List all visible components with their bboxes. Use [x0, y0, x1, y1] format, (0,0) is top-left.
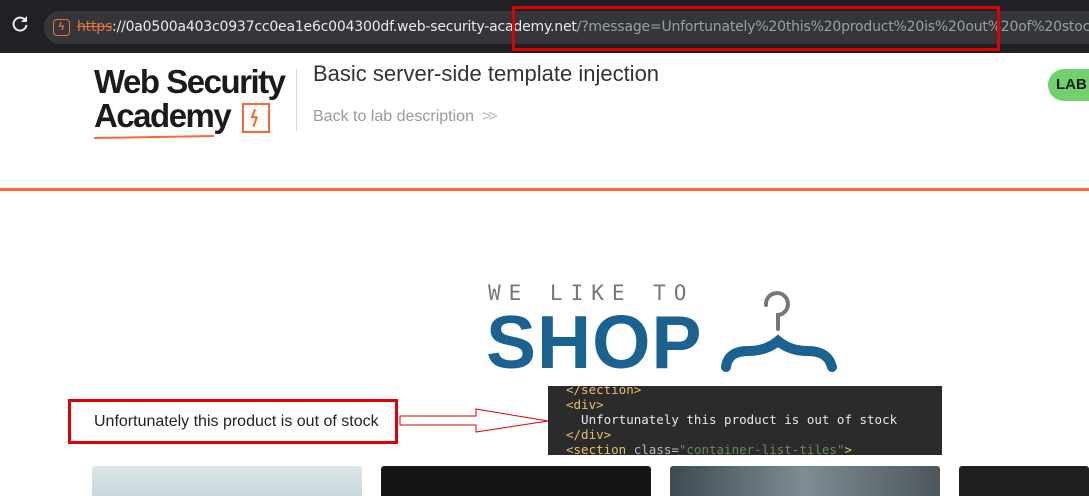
hanger-icon: [721, 291, 837, 372]
reload-icon[interactable]: [10, 14, 30, 34]
logo-line1: Web Security: [94, 63, 286, 100]
back-link-label: Back to lab description: [313, 108, 474, 125]
header-divider: [296, 69, 297, 131]
lab-title: Basic server-side template injection: [313, 61, 660, 86]
url-host: ://0a0500a403c0937cc0ea1e6c004300df.web-…: [112, 19, 577, 35]
out-of-stock-message: Unfortunately this product is out of sto…: [94, 413, 379, 430]
arrow-right-icon: [399, 408, 549, 433]
product-tile-image[interactable]: [381, 466, 651, 496]
lightning-icon: [242, 103, 270, 133]
code-line: </section>: [566, 386, 642, 397]
academy-header: Web Security Academy Basic server-side t…: [0, 53, 1089, 191]
logo-line2: Academy: [94, 97, 232, 134]
product-tile-image[interactable]: [959, 466, 1089, 496]
message-highlight-box: Unfortunately this product is out of sto…: [68, 399, 398, 444]
product-tile-image[interactable]: [92, 466, 362, 496]
source-code-panel: </section> <div> Unfortunately this prod…: [548, 386, 942, 455]
web-security-academy-logo[interactable]: Web Security Academy: [93, 63, 294, 141]
logo-underline: [93, 134, 215, 140]
code-line-message: Unfortunately this product is out of sto…: [566, 412, 898, 427]
back-to-lab-link[interactable]: Back to lab description >>: [313, 108, 498, 126]
product-tile-image[interactable]: [670, 466, 940, 496]
site-info-icon[interactable]: ϟ: [53, 19, 70, 36]
lab-status-badge: LAB: [1048, 69, 1089, 101]
url-scheme: https: [77, 19, 113, 35]
shop-wordmark: SHOP: [486, 300, 703, 384]
url-query-highlight-box: [512, 6, 1000, 51]
code-line: <section class="container-list-tiles">: [566, 442, 853, 455]
code-line: </div>: [566, 427, 612, 442]
chevrons-right-icon: >>: [481, 108, 498, 125]
code-line: <div>: [566, 397, 604, 412]
